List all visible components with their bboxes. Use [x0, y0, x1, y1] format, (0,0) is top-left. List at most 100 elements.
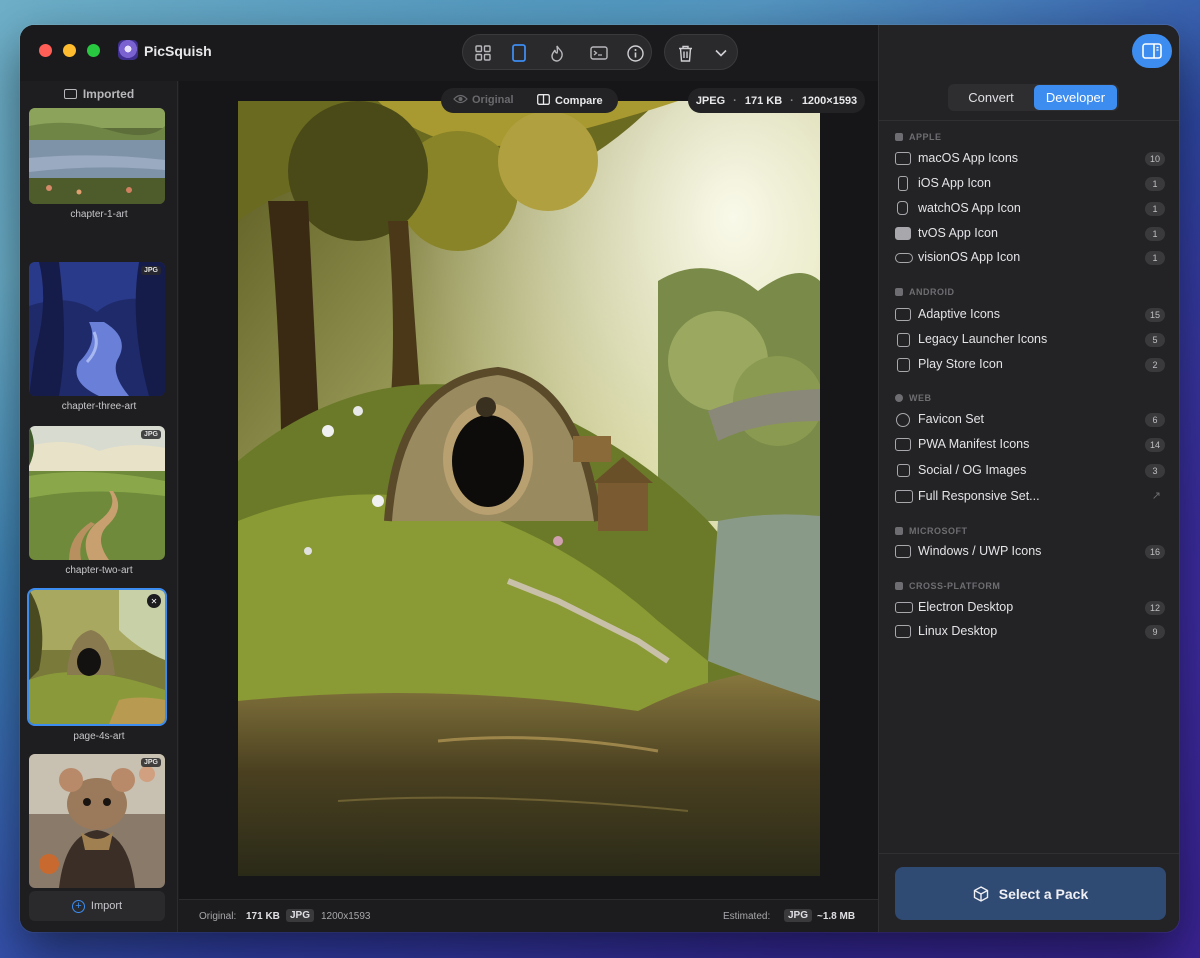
pack-count-badge: 9 [1145, 625, 1165, 639]
section-header-microsoft: MICROSOFT [895, 526, 968, 536]
thumbnail-chapter-1-art[interactable] [29, 108, 165, 204]
pack-macos-app-icons[interactable]: macOS App Icons 10 [895, 149, 1165, 169]
status-original-label: Original: [199, 911, 237, 922]
select-pack-button[interactable]: Select a Pack [895, 867, 1166, 920]
vision-pro-icon [895, 253, 913, 263]
separator-dot: · [733, 94, 737, 107]
info-icon[interactable] [623, 41, 647, 65]
arrow-up-right-icon: ↗ [1151, 490, 1161, 502]
pack-count-badge: 6 [1145, 413, 1165, 427]
image-format: JPEG [695, 94, 726, 107]
photos-icon [63, 89, 77, 99]
flame-icon[interactable] [545, 41, 569, 65]
pack-adaptive-icons[interactable]: Adaptive Icons 15 [895, 305, 1165, 325]
pack-count-badge: 16 [1145, 545, 1165, 559]
pack-count-badge: 3 [1145, 464, 1165, 478]
pack-label: Legacy Launcher Icons [918, 332, 1048, 346]
globe-icon [895, 394, 903, 402]
preview-image[interactable] [238, 101, 820, 876]
image-size: 171 KB [744, 94, 783, 107]
imported-header-label: Imported [82, 87, 135, 101]
pack-favicon-set[interactable]: Favicon Set 6 [895, 410, 1165, 430]
pack-ios-app-icon[interactable]: iOS App Icon 1 [895, 174, 1165, 194]
section-title: WEB [909, 393, 932, 403]
pack-label: tvOS App Icon [918, 226, 998, 240]
single-view-icon[interactable] [507, 41, 531, 65]
layers-icon [895, 308, 911, 321]
pack-label: Linux Desktop [918, 624, 998, 638]
status-original-size: 171 KB [246, 911, 280, 922]
section-title: MICROSOFT [909, 526, 968, 536]
pack-legacy-launcher-icons[interactable]: Legacy Launcher Icons 5 [895, 330, 1165, 350]
terminal-icon [895, 625, 911, 638]
devices-icon [895, 490, 913, 503]
format-badge: JPG [140, 266, 161, 275]
trash-icon[interactable] [673, 41, 697, 65]
pack-play-store-icon[interactable]: Play Store Icon 2 [895, 355, 1165, 375]
status-original-dims: 1200x1593 [321, 911, 371, 922]
section-header-web: WEB [895, 393, 932, 403]
section-header-apple: APPLE [895, 132, 942, 142]
remove-image-icon[interactable]: ✕ [147, 594, 161, 608]
chevron-down-icon[interactable] [709, 41, 733, 65]
title-bar: PicSquish [20, 25, 878, 81]
pack-electron-desktop[interactable]: Electron Desktop 12 [895, 598, 1165, 618]
compare-button[interactable]: Compare [537, 94, 603, 107]
pack-visionos-app-icon[interactable]: visionOS App Icon 1 [895, 248, 1165, 268]
pack-windows-uwp-icons[interactable]: Windows / UWP Icons 16 [895, 542, 1165, 562]
thumbnail-page-5-art[interactable]: JPG [29, 754, 165, 888]
app-window: PicSquish Imported chapter-1-art JPG cha… [20, 25, 1179, 932]
pack-tvos-app-icon[interactable]: tvOS App Icon 1 [895, 224, 1165, 244]
image-dimensions: 1200×1593 [801, 94, 858, 107]
minimize-window-button[interactable] [63, 44, 76, 57]
grid-icon[interactable] [471, 41, 495, 65]
thumbnail-page-4s-art[interactable]: ✕ [29, 590, 165, 724]
eye-icon [453, 94, 468, 104]
tab-convert[interactable]: Convert [950, 85, 1032, 110]
pack-label: Favicon Set [918, 412, 985, 426]
pack-social-og-images[interactable]: Social / OG Images 3 [895, 461, 1165, 481]
export-panel: Convert Developer APPLE macOS App Icons 1… [878, 25, 1179, 932]
zoom-window-button[interactable] [87, 44, 100, 57]
pack-full-responsive-set[interactable]: Full Responsive Set... ↗ [895, 487, 1165, 507]
pack-pwa-manifest-icons[interactable]: PWA Manifest Icons 14 [895, 435, 1165, 455]
pack-count-badge: 5 [1145, 333, 1165, 347]
app-title: PicSquish [144, 43, 212, 59]
pack-label: Play Store Icon [918, 357, 1003, 371]
original-toggle[interactable]: Original [453, 94, 514, 106]
monitor-icon [895, 545, 911, 558]
format-badge: JPG [140, 430, 161, 439]
status-estimated-format: JPG [784, 909, 813, 922]
phone-icon [898, 176, 908, 191]
pack-watchos-app-icon[interactable]: watchOS App Icon 1 [895, 199, 1165, 219]
close-window-button[interactable] [39, 44, 52, 57]
mode-segmented-control: Convert Developer [948, 84, 1119, 111]
section-title: ANDROID [909, 287, 955, 297]
status-estimated-size: ~1.8 MB [817, 911, 856, 922]
thumbnail-chapter-three-art[interactable]: JPG [29, 262, 165, 396]
app-logo-icon [118, 40, 138, 60]
status-bar: Original: 171 KB JPG 1200x1593 Estimated… [179, 899, 878, 932]
image-sidebar: Imported chapter-1-art JPG chapter-three… [20, 81, 178, 932]
tab-developer[interactable]: Developer [1034, 85, 1117, 110]
delete-toolbar [664, 34, 738, 70]
compare-label: Compare [555, 95, 603, 107]
import-button[interactable]: + Import [29, 891, 165, 921]
divider [879, 120, 1179, 121]
terminal-icon[interactable] [587, 41, 611, 65]
android-icon [895, 288, 903, 296]
sidebar-right-icon [1142, 43, 1162, 59]
thumbnail-chapter-two-art[interactable]: JPG [29, 426, 165, 560]
laptop-icon [895, 582, 903, 590]
pack-label: iOS App Icon [918, 176, 991, 190]
pack-count-badge: 1 [1145, 177, 1165, 191]
pack-count-badge: 10 [1145, 152, 1165, 166]
app-window-icon [895, 438, 911, 451]
toggle-panel-button[interactable] [1132, 34, 1172, 68]
original-label: Original [472, 94, 514, 106]
apple-icon [895, 133, 903, 141]
section-title: CROSS-PLATFORM [909, 581, 1001, 591]
pack-label: Adaptive Icons [918, 307, 1000, 321]
divider [879, 853, 1179, 854]
pack-linux-desktop[interactable]: Linux Desktop 9 [895, 622, 1165, 642]
